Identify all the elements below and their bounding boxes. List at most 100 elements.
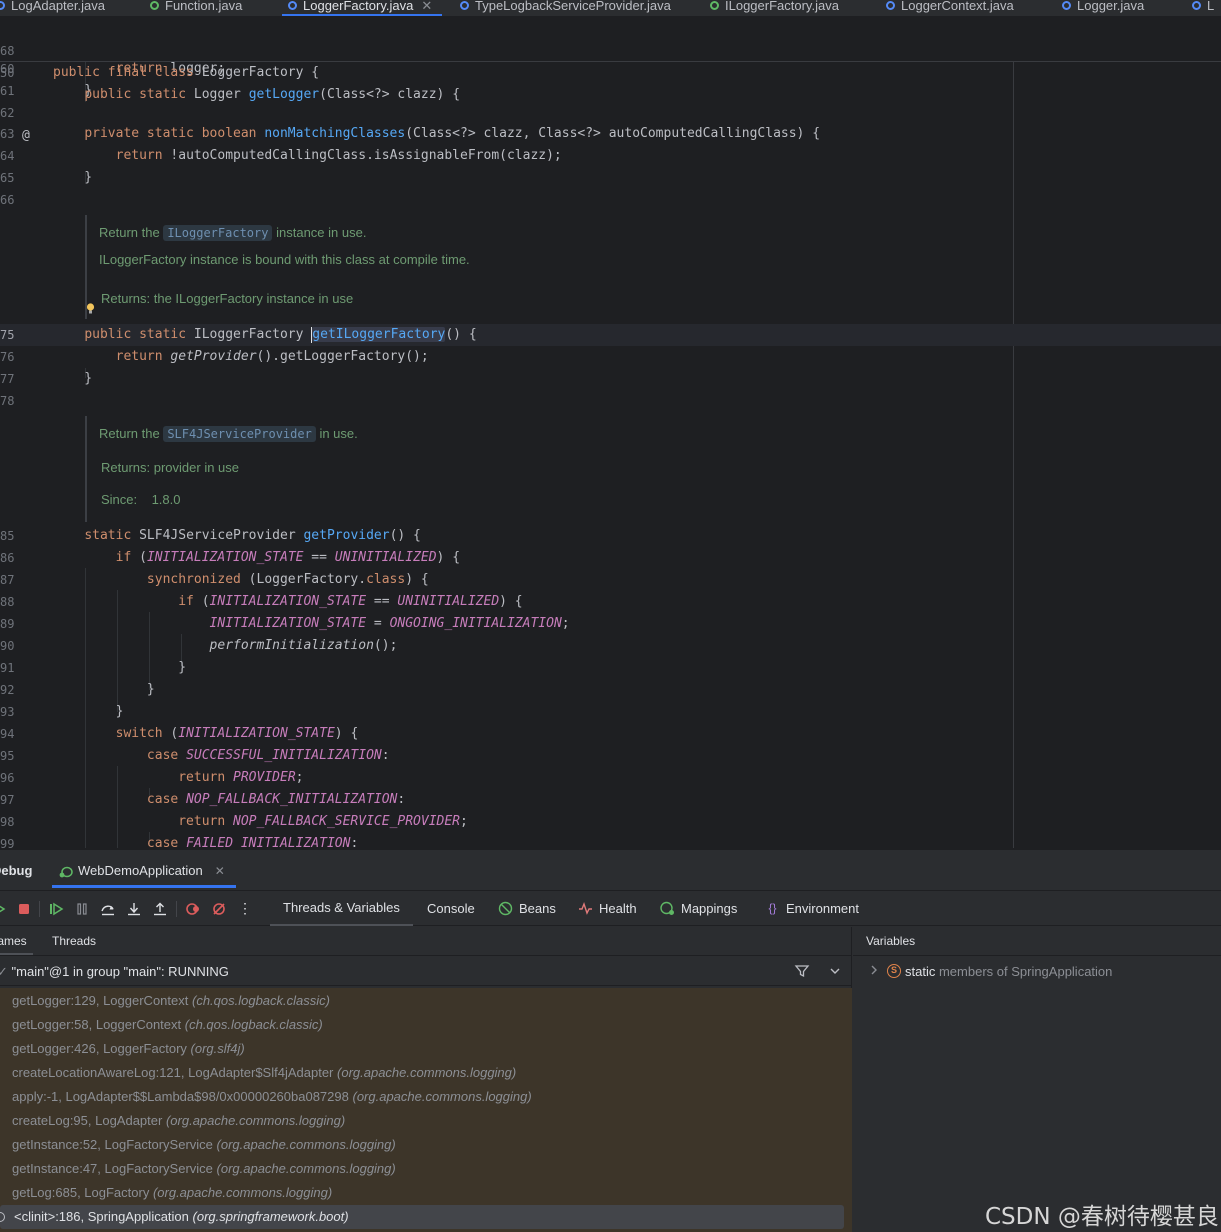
line-number: 93 <box>0 705 15 719</box>
tab-health[interactable]: Health <box>578 891 637 926</box>
variable-label: static members of SpringApplication <box>905 964 1113 979</box>
code-line: 95 case SUCCESSFUL_INITIALIZATION: <box>0 745 1221 767</box>
tab-frames[interactable]: Frames <box>0 934 33 955</box>
debug-tool-window: Debug WebDemoApplication ✕ ⋮ Threads & V… <box>0 849 1221 1232</box>
view-breakpoints-icon[interactable] <box>185 901 201 917</box>
tab-function[interactable]: Function.java <box>150 0 242 16</box>
frame-marker-icon <box>0 1212 5 1222</box>
line-number: 95 <box>0 749 15 763</box>
tab-environment[interactable]: {} Environment <box>765 891 859 926</box>
code-line: 66 <box>0 189 1221 211</box>
more-options-icon[interactable]: ⋮ <box>237 901 253 917</box>
tab-loggerfactory[interactable]: LoggerFactory.java ✕ <box>281 0 443 16</box>
mappings-icon <box>660 901 675 916</box>
line-number: 78 <box>0 394 15 408</box>
class-icon <box>1062 1 1071 10</box>
code-line: 99 case FAILED_INITIALIZATION: <box>0 833 1221 848</box>
thread-selector[interactable]: ✓ "main"@1 in group "main": RUNNING <box>0 955 852 986</box>
override-marker-icon[interactable]: @ <box>22 125 30 147</box>
stack-frame[interactable]: getLogger:426, LoggerFactory (org.slf4j) <box>0 1037 852 1061</box>
variable-row[interactable]: S static members of SpringApplication <box>853 955 1221 986</box>
stack-frame[interactable]: getLog:685, LogFactory (org.apache.commo… <box>0 1181 852 1205</box>
rendered-javadoc[interactable]: Return the SLF4JServiceProvider in use. … <box>85 416 358 522</box>
debug-title: Debug <box>0 863 33 878</box>
stack-frame-selected[interactable]: <clinit>:186, SpringApplication (org.spr… <box>0 1205 844 1229</box>
code-line: 86 if (INITIALIZATION_STATE == UNINITIAL… <box>0 547 1221 569</box>
code-line: 64 return !autoComputedCallingClass.isAs… <box>0 145 1221 167</box>
class-icon <box>0 1 5 10</box>
code-line: 97 case NOP_FALLBACK_INITIALIZATION: <box>0 789 1221 811</box>
code-line: 96 return PROVIDER; <box>0 767 1221 789</box>
chevron-down-icon[interactable] <box>827 963 843 979</box>
class-icon <box>288 1 297 10</box>
code-line: 93 } <box>0 701 1221 723</box>
code-line: 76 return getProvider().getLoggerFactory… <box>0 346 1221 368</box>
variables-pane: Variables S static members of SpringAppl… <box>853 927 1221 1232</box>
tab-label: Logger.java <box>1077 0 1145 13</box>
tab-loggercontext[interactable]: LoggerContext.java <box>886 0 1014 16</box>
close-icon[interactable]: ✕ <box>215 864 225 878</box>
stack-frame[interactable]: apply:-1, LogAdapter$$Lambda$98/0x000002… <box>0 1085 852 1109</box>
code-line: 98 return NOP_FALLBACK_SERVICE_PROVIDER; <box>0 811 1221 833</box>
line-number: 99 <box>0 837 15 848</box>
line-number: 77 <box>0 372 15 386</box>
tab-label: L <box>1207 0 1215 13</box>
stack-frame[interactable]: getInstance:52, LogFactoryService (org.a… <box>0 1133 852 1157</box>
line-number: 50 <box>0 66 15 80</box>
tab-threads[interactable]: Threads <box>52 934 96 948</box>
tab-mappings[interactable]: Mappings <box>660 891 737 926</box>
stack-frame[interactable]: createLocationAwareLog:121, LogAdapter$S… <box>0 1061 852 1085</box>
line-number: 65 <box>0 171 15 185</box>
stack-frame[interactable]: getInstance:47, LogFactoryService (org.a… <box>0 1157 852 1181</box>
class-icon <box>886 1 895 10</box>
chevron-right-icon[interactable] <box>869 964 879 976</box>
debug-header: Debug WebDemoApplication ✕ <box>0 850 1221 888</box>
tab-threads-variables[interactable]: Threads & Variables <box>270 891 413 926</box>
environment-icon: {} <box>768 901 777 915</box>
line-number: 96 <box>0 771 15 785</box>
pause-icon[interactable] <box>74 901 90 917</box>
step-over-icon[interactable] <box>100 901 116 917</box>
stack-frames-list: getLogger:129, LoggerContext (ch.qos.log… <box>0 988 852 1232</box>
line-number: 87 <box>0 573 15 587</box>
class-icon <box>460 1 469 10</box>
tab-iloggerfactory[interactable]: ILoggerFactory.java <box>710 0 839 16</box>
mute-breakpoints-icon[interactable] <box>211 901 227 917</box>
line-number: 98 <box>0 815 15 829</box>
frames-threads-tabs: Frames Threads <box>0 927 852 955</box>
tab-overflow[interactable]: L <box>1192 0 1215 16</box>
line-number: 97 <box>0 793 15 807</box>
tab-logadapter[interactable]: LogAdapter.java <box>0 0 105 16</box>
lightbulb-icon[interactable] <box>86 303 95 314</box>
doc-code-reference[interactable]: SLF4JServiceProvider <box>163 426 316 442</box>
tab-logger[interactable]: Logger.java <box>1062 0 1145 16</box>
rerun-icon[interactable] <box>0 901 8 917</box>
interface-icon <box>150 1 159 10</box>
tab-typelogbackserviceprovider[interactable]: TypeLogbackServiceProvider.java <box>460 0 671 16</box>
line-number: 94 <box>0 727 15 741</box>
sticky-scroll-header: 68 public final class LoggerFactory { 50… <box>0 18 1221 102</box>
filter-icon[interactable] <box>794 963 810 979</box>
run-session-tab[interactable]: WebDemoApplication ✕ <box>52 856 236 888</box>
stack-frame[interactable]: getLogger:129, LoggerContext (ch.qos.log… <box>0 989 852 1013</box>
code-line: 87 synchronized (LoggerFactory.class) { <box>0 569 1221 591</box>
code-line: 88 if (INITIALIZATION_STATE == UNINITIAL… <box>0 591 1221 613</box>
tab-console[interactable]: Console <box>427 891 475 926</box>
step-out-icon[interactable] <box>152 901 168 917</box>
code-line: 92 } <box>0 679 1221 701</box>
tab-label: ILoggerFactory.java <box>725 0 839 13</box>
line-number: 90 <box>0 639 15 653</box>
resume-icon[interactable] <box>48 901 64 917</box>
tab-label: TypeLogbackServiceProvider.java <box>475 0 671 13</box>
step-into-icon[interactable] <box>126 901 142 917</box>
stack-frame[interactable]: createLog:95, LogAdapter (org.apache.com… <box>0 1109 852 1133</box>
doc-line: ILoggerFactory instance is bound with th… <box>99 252 470 267</box>
line-number: 88 <box>0 595 15 609</box>
stop-icon[interactable] <box>16 901 32 917</box>
tab-beans[interactable]: Beans <box>498 891 556 926</box>
static-members-icon: S <box>887 964 901 978</box>
stack-frame[interactable]: getLogger:58, LoggerContext (ch.qos.logb… <box>0 1013 852 1037</box>
close-icon[interactable]: ✕ <box>421 0 432 14</box>
code-editor[interactable]: 68 public final class LoggerFactory { 50… <box>0 18 1221 848</box>
doc-code-reference[interactable]: ILoggerFactory <box>163 225 273 241</box>
